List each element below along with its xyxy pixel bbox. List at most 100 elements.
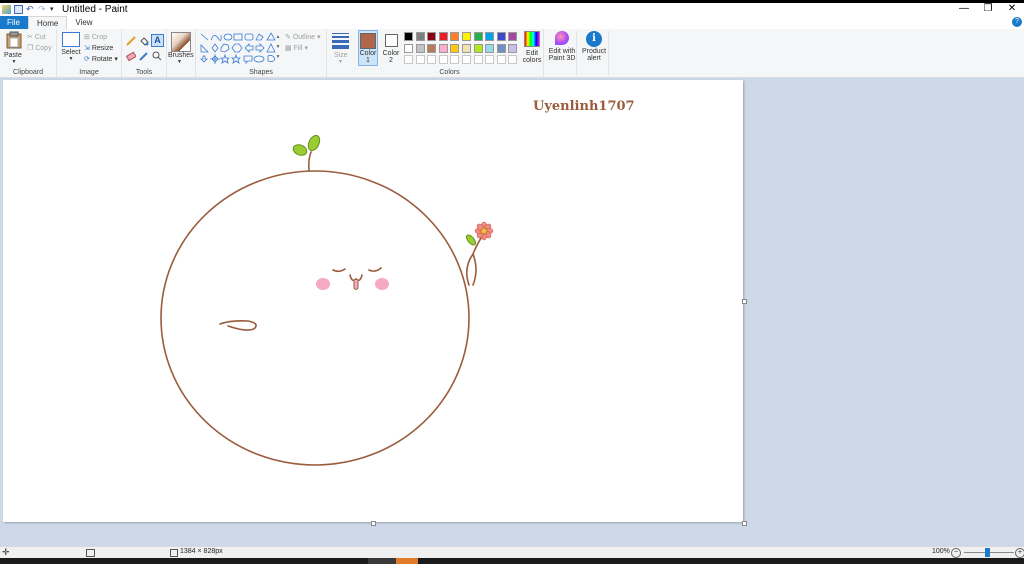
text-tool-icon[interactable]: A (151, 34, 164, 47)
palette-swatch[interactable] (496, 43, 506, 53)
fill-button[interactable]: ▦ Fill ▾ (285, 44, 308, 52)
window-title: Untitled - Paint (62, 4, 128, 15)
shapes-gallery[interactable] (199, 32, 285, 68)
palette-swatch[interactable] (404, 43, 413, 53)
quick-access-toolbar: ↶ ↷ ▾ (2, 5, 56, 14)
undo-icon[interactable]: ↶ (26, 5, 35, 14)
fill-icon: ▦ (285, 45, 292, 52)
palette-swatch[interactable] (438, 32, 448, 41)
resize-icon: ⇲ (84, 45, 90, 52)
size-dropdown-icon[interactable]: ▼ (338, 59, 343, 65)
cut-button[interactable]: ✂ Cut (27, 33, 46, 41)
zoom-out-button[interactable]: − (951, 548, 961, 558)
copy-button[interactable]: ❐ Copy (27, 44, 52, 52)
taskbar-item[interactable] (368, 558, 396, 564)
custom-color-slot[interactable] (485, 55, 495, 64)
palette-swatch[interactable] (415, 32, 425, 41)
edit-with-paint3d-button[interactable]: Edit with Paint 3D (548, 31, 577, 75)
select-button[interactable]: Select ▼ (60, 32, 82, 62)
brushes-dropdown-icon[interactable]: ▼ (177, 59, 182, 65)
tab-view[interactable]: View (67, 16, 100, 29)
custom-color-slot[interactable] (473, 55, 483, 64)
resize-button[interactable]: ⇲ Resize (84, 44, 113, 52)
outline-button[interactable]: ✎ Outline ▾ (285, 33, 320, 41)
custom-color-slot[interactable] (438, 55, 448, 64)
color-palette (404, 32, 522, 66)
taskbar-paint-item[interactable] (396, 558, 418, 564)
pencil-icon[interactable] (126, 36, 136, 46)
rotate-button[interactable]: ⟳ Rotate ▾ (84, 55, 118, 63)
redo-icon[interactable]: ↷ (38, 5, 47, 14)
color2-label-line1: Color (382, 50, 400, 57)
size-group[interactable]: Size ▼ (327, 29, 354, 77)
palette-swatch[interactable] (450, 43, 460, 53)
select-dropdown-icon[interactable]: ▼ (60, 56, 82, 62)
brushes-group[interactable]: Brushes ▼ (167, 29, 196, 77)
product-alert-button[interactable]: i Product alert (580, 31, 609, 75)
resize-handle-corner[interactable] (742, 521, 747, 526)
color1-label-line2: 1 (366, 57, 370, 64)
customize-qa-icon[interactable]: ▾ (50, 5, 56, 14)
fill-bucket-icon[interactable] (139, 36, 149, 46)
palette-swatch[interactable] (508, 43, 518, 53)
selection-size-icon (86, 549, 95, 557)
tools-group-label: Tools (135, 69, 153, 76)
zoom-in-button[interactable]: + (1015, 548, 1024, 558)
custom-color-slot[interactable] (496, 55, 506, 64)
tab-home[interactable]: Home (28, 16, 68, 29)
left-eye (332, 268, 346, 273)
paint3d-icon (555, 31, 569, 45)
tab-file[interactable]: File (0, 16, 28, 29)
custom-color-slot[interactable] (508, 55, 518, 64)
scissors-icon: ✂ (27, 34, 33, 41)
paint3d-label-line1: Edit with (548, 48, 576, 55)
palette-swatch[interactable] (473, 32, 483, 41)
drawing-canvas[interactable]: Uyenlinh1707 (3, 80, 747, 526)
image-group: Select ▼ ⊞ Crop ⇲ Resize ⟳ Rotate ▾ Imag… (57, 29, 122, 77)
edit-colors-button[interactable]: Edit colors (520, 31, 544, 64)
palette-swatch[interactable] (404, 32, 413, 41)
custom-color-slot[interactable] (462, 55, 471, 64)
magnifier-icon[interactable] (152, 51, 162, 61)
palette-swatch[interactable] (427, 43, 437, 53)
palette-swatch[interactable] (462, 32, 471, 41)
paste-dropdown-icon[interactable]: ▼ (4, 59, 24, 65)
custom-color-slot[interactable] (415, 55, 425, 64)
maximize-button[interactable]: ❐ (976, 3, 1000, 16)
eraser-icon[interactable] (126, 51, 136, 61)
palette-swatch[interactable] (496, 32, 506, 41)
crop-button[interactable]: ⊞ Crop (84, 33, 107, 41)
custom-color-slot[interactable] (450, 55, 460, 64)
palette-swatch[interactable] (438, 43, 448, 53)
minimize-button[interactable]: — (952, 3, 976, 16)
resize-handle-right[interactable] (742, 299, 747, 304)
custom-color-slot[interactable] (427, 55, 437, 64)
shapes-scroll-bar[interactable]: ▲ ▼ ▼ (275, 32, 281, 65)
select-label: Select (61, 49, 81, 56)
resize-handle-bottom[interactable] (371, 521, 376, 526)
palette-swatch[interactable] (427, 32, 437, 41)
custom-color-slot[interactable] (404, 55, 413, 64)
right-blush (375, 278, 389, 290)
palette-swatch[interactable] (462, 43, 471, 53)
palette-swatch[interactable] (473, 43, 483, 53)
zoom-slider-thumb[interactable] (985, 548, 990, 557)
window-controls: — ❐ ✕ (952, 3, 1024, 16)
paint3d-label-line2: Paint 3D (548, 55, 576, 62)
help-icon[interactable]: ? (1012, 17, 1022, 27)
copy-icon: ❐ (27, 45, 34, 52)
paste-button[interactable]: Paste ▼ (4, 31, 24, 65)
color2-button[interactable]: Color 2 (381, 30, 401, 66)
close-button[interactable]: ✕ (1000, 3, 1024, 16)
save-icon[interactable] (14, 5, 23, 14)
palette-swatch[interactable] (508, 32, 518, 41)
palette-swatch[interactable] (485, 43, 495, 53)
palette-swatch[interactable] (450, 32, 460, 41)
palette-swatch[interactable] (485, 32, 495, 41)
color1-button[interactable]: Color 1 (358, 30, 378, 66)
colors-group: Color 1 Color 2 Colors (356, 29, 544, 77)
select-rectangle-icon (62, 32, 80, 47)
tools-group: A Tools (122, 29, 167, 77)
color-picker-icon[interactable] (139, 51, 149, 61)
palette-swatch[interactable] (415, 43, 425, 53)
